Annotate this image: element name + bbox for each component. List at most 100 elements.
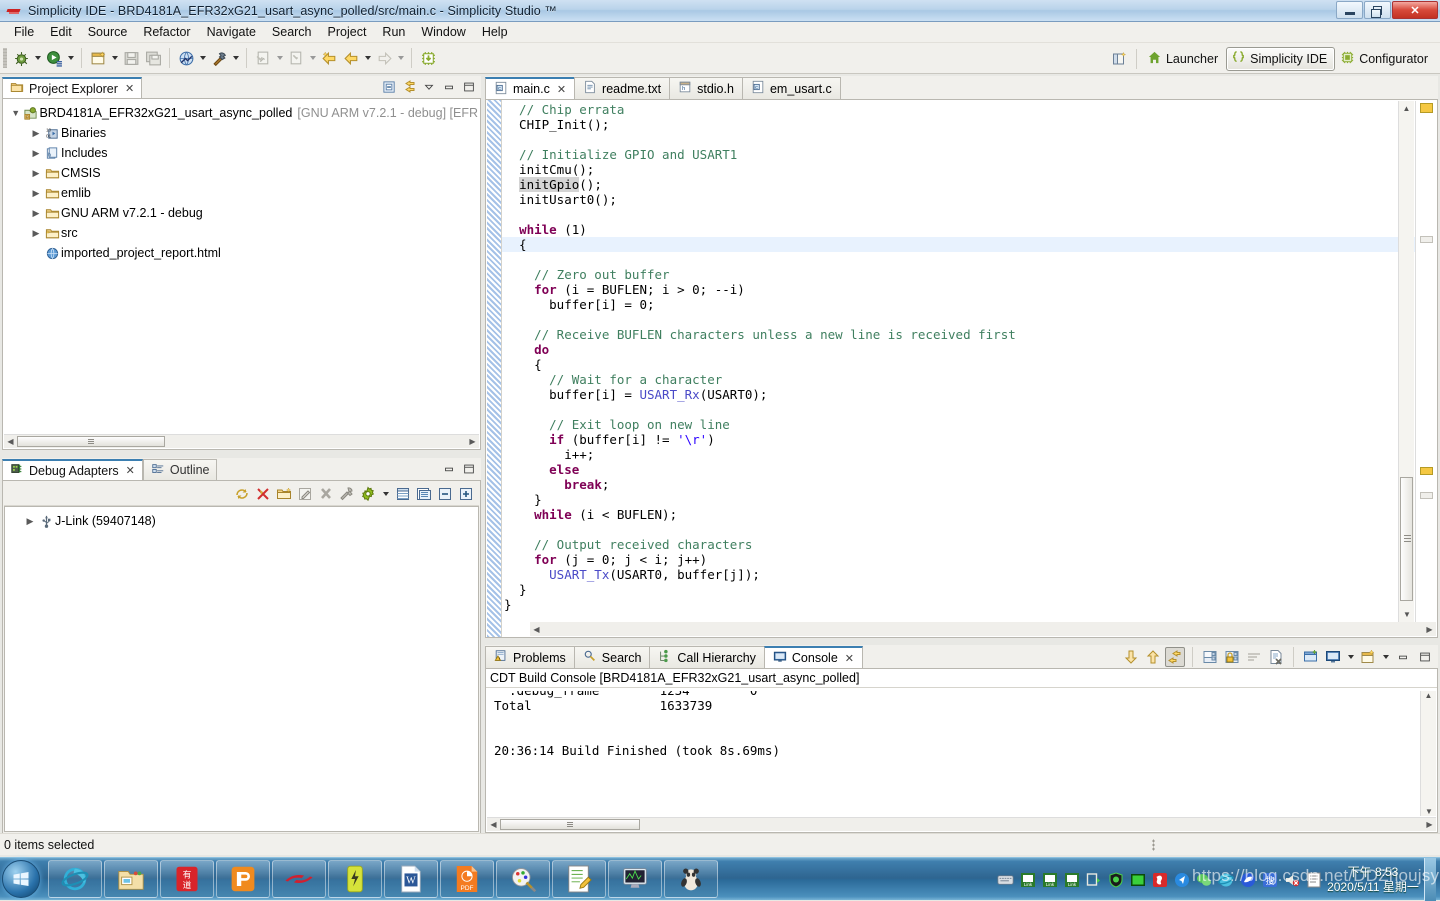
last-edit-location-icon[interactable]: [318, 47, 340, 69]
tab-call-hierarchy[interactable]: Call Hierarchy: [649, 646, 765, 668]
maximize-view-icon[interactable]: [460, 78, 478, 96]
blue-arrow-icon[interactable]: [1173, 871, 1190, 888]
scroll-left-icon[interactable]: ◀: [4, 437, 17, 446]
new-console-view-icon[interactable]: [1358, 647, 1378, 667]
dropdown-arrow-icon[interactable]: [380, 483, 391, 505]
menu-item-project[interactable]: Project: [320, 23, 375, 41]
terminal-icon[interactable]: [1129, 871, 1146, 888]
preferences-gear-icon[interactable]: [359, 485, 377, 503]
tree-item-binaries[interactable]: ▶ 10 01 Binaries: [9, 123, 478, 143]
toolbar-grip[interactable]: [3, 48, 7, 68]
perspective-configurator[interactable]: Configurator: [1335, 47, 1436, 71]
tab-stdio-h[interactable]: h stdio.h: [669, 77, 743, 99]
twisty-closed-icon[interactable]: ▶: [29, 168, 43, 179]
list-view-icon[interactable]: [394, 485, 412, 503]
details-view-icon[interactable]: [415, 485, 433, 503]
jlink-icon[interactable]: Link: [1019, 871, 1036, 888]
tree-item-emlib[interactable]: ▶ emlib: [9, 183, 478, 203]
scroll-down-icon[interactable]: ▼: [1421, 807, 1437, 816]
action-center-icon[interactable]: [1305, 871, 1322, 888]
scroll-up-icon[interactable]: [1143, 647, 1163, 667]
close-icon[interactable]: ✕: [845, 652, 854, 665]
ime-icon[interactable]: 搜: [1261, 871, 1278, 888]
tab-console[interactable]: Console ✕: [763, 646, 863, 668]
new-icon[interactable]: [87, 47, 109, 69]
overview-mark-occurrence-2[interactable]: [1420, 492, 1433, 499]
paint-icon[interactable]: [496, 860, 550, 898]
disconnect-icon[interactable]: [254, 485, 272, 503]
new-dropdown-icon[interactable]: [109, 47, 120, 69]
open-perspective-icon[interactable]: [1109, 48, 1131, 70]
overview-mark-occurrence[interactable]: [1420, 236, 1433, 243]
browser-icon[interactable]: [1239, 871, 1256, 888]
monitor-icon[interactable]: [608, 860, 662, 898]
overview-mark-warning[interactable]: [1420, 103, 1433, 113]
overview-ruler[interactable]: [1415, 101, 1436, 622]
menu-item-run[interactable]: Run: [374, 23, 413, 41]
project-explorer-hscrollbar[interactable]: ◀ ▶: [4, 434, 479, 448]
build-all-dropdown-icon[interactable]: [197, 47, 208, 69]
build-icon[interactable]: [208, 47, 230, 69]
show-desktop-button[interactable]: [1424, 858, 1436, 901]
link-with-editor-icon[interactable]: [400, 78, 418, 96]
minimize-view-icon[interactable]: [1393, 647, 1413, 667]
ie-icon[interactable]: [1217, 871, 1234, 888]
tree-item-project[interactable]: ▼ BRD4181A_EFR32xG21_usart_async_polled …: [9, 103, 478, 123]
close-button[interactable]: ✕: [1392, 1, 1438, 19]
flash-programmer-icon[interactable]: [417, 47, 439, 69]
file-explorer-icon[interactable]: [104, 860, 158, 898]
pin-console-icon[interactable]: [1222, 647, 1242, 667]
jlink-icon[interactable]: Link: [1041, 871, 1058, 888]
scroll-right-icon[interactable]: ▶: [466, 437, 479, 446]
menu-item-source[interactable]: Source: [80, 23, 136, 41]
tree-item-report[interactable]: imported_project_report.html: [9, 243, 478, 263]
code-area[interactable]: // Chip errata CHIP_Init(); // Initializ…: [485, 99, 1438, 638]
tab-debug-adapters[interactable]: Debug Adapters ✕: [2, 459, 143, 480]
tree-item-jlink[interactable]: ▶ J-Link (59407148): [11, 511, 476, 531]
energy-profiler-icon[interactable]: [328, 860, 382, 898]
twisty-closed-icon[interactable]: ▶: [29, 148, 43, 159]
back-dropdown-icon[interactable]: [362, 47, 373, 69]
menu-item-navigate[interactable]: Navigate: [199, 23, 264, 41]
status-resize-grip[interactable]: [1152, 839, 1155, 851]
keyboard-icon[interactable]: [997, 871, 1014, 888]
taskbar-clock[interactable]: 下午 8:53 2020/5/11 星期一: [1327, 865, 1419, 895]
build-all-icon[interactable]: [175, 47, 197, 69]
scroll-right-icon[interactable]: ▶: [1423, 625, 1436, 634]
source-code[interactable]: // Chip errata CHIP_Init(); // Initializ…: [504, 100, 1016, 612]
twisty-closed-icon[interactable]: ▶: [29, 128, 43, 139]
twisty-closed-icon[interactable]: ▶: [29, 188, 43, 199]
tree-item-src[interactable]: ▶ src: [9, 223, 478, 243]
tab-main-c[interactable]: c main.c ✕: [485, 77, 576, 99]
twisty-open-icon[interactable]: ▼: [9, 108, 22, 118]
menu-item-window[interactable]: Window: [413, 23, 473, 41]
collapse-all-icon[interactable]: [436, 485, 454, 503]
scroll-left-icon[interactable]: ◀: [530, 625, 543, 634]
twisty-closed-icon[interactable]: ▶: [23, 516, 37, 527]
refresh-icon[interactable]: [233, 485, 251, 503]
minimize-button[interactable]: [1336, 1, 1363, 19]
maximize-view-icon[interactable]: [460, 460, 478, 478]
back-icon[interactable]: [340, 47, 362, 69]
editor-vscrollbar[interactable]: ▲ ▼: [1398, 101, 1414, 622]
build-dropdown-icon[interactable]: [230, 47, 241, 69]
perspective-launcher[interactable]: Launcher: [1142, 47, 1226, 71]
run-icon[interactable]: [43, 47, 65, 69]
twisty-closed-icon[interactable]: ▶: [29, 228, 43, 239]
collapse-all-icon[interactable]: [380, 78, 398, 96]
clone-icon[interactable]: [1085, 871, 1102, 888]
overview-mark-warning-2[interactable]: [1420, 467, 1433, 475]
menu-item-search[interactable]: Search: [264, 23, 320, 41]
jlink-icon[interactable]: Link: [1063, 871, 1080, 888]
pdf-icon[interactable]: PDF: [440, 860, 494, 898]
console-hscrollbar[interactable]: ◀ ▶: [487, 817, 1436, 831]
view-menu-icon[interactable]: [420, 78, 438, 96]
scroll-up-icon[interactable]: ▲: [1421, 691, 1436, 705]
tree-item-gnu-arm[interactable]: ▶ GNU ARM v7.2.1 - debug: [9, 203, 478, 223]
remove-console-icon[interactable]: [1266, 647, 1286, 667]
scroll-down-icon[interactable]: [1121, 647, 1141, 667]
tree-item-includes[interactable]: ▶ h Includes: [9, 143, 478, 163]
tab-search[interactable]: Search: [573, 646, 651, 668]
new-folder-icon[interactable]: [275, 485, 293, 503]
perspective-simplicity-ide[interactable]: Simplicity IDE: [1226, 47, 1336, 71]
